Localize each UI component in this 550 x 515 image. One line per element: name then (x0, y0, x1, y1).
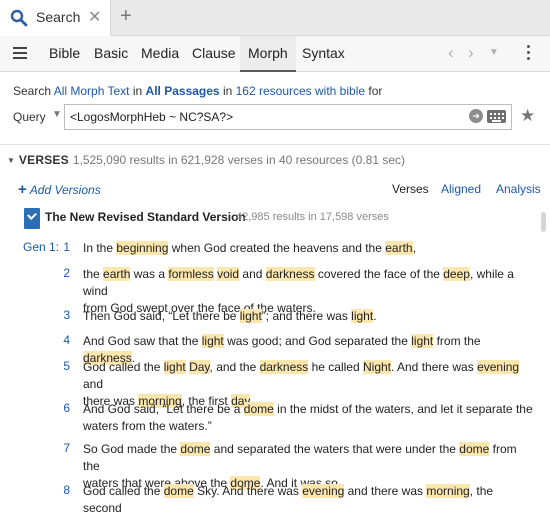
search-hit[interactable]: darkness (259, 360, 309, 374)
query-input[interactable] (65, 105, 455, 129)
resources-link[interactable]: 162 resources with bible (236, 84, 365, 98)
search-hit[interactable]: earth (103, 267, 131, 281)
search-tab-label: Search (36, 9, 81, 25)
new-tab-icon[interactable]: + (120, 5, 132, 28)
tab-morph[interactable]: Morph (240, 36, 296, 72)
verse-text: Then God said, “Let there be light”; and… (83, 309, 377, 323)
query-dropdown-icon[interactable]: ▼ (52, 109, 62, 120)
search-hit[interactable]: dome (163, 484, 194, 498)
for-text: for (368, 84, 383, 98)
view-tab-verses[interactable]: Verses (392, 182, 429, 196)
search-hit[interactable]: deep (443, 267, 470, 281)
back-arrow-icon[interactable]: ‹ (448, 43, 454, 63)
search-hit[interactable]: dome (180, 442, 211, 456)
view-tab-aligned[interactable]: Aligned (441, 182, 481, 196)
favorite-star-icon[interactable]: ★ (520, 106, 535, 126)
verse-number[interactable]: 7 (50, 441, 70, 455)
scrollbar-thumb[interactable] (541, 212, 546, 232)
verses-section-header[interactable]: ▼ VERSES 1,525,090 results in 621,928 vers… (7, 153, 405, 167)
search-hit[interactable]: void (217, 267, 240, 281)
passages-link[interactable]: All Passages (146, 84, 220, 98)
search-hit[interactable]: earth (385, 241, 413, 255)
verse-text: God called the dome Sky. And there was e… (83, 484, 494, 515)
resource-cover-icon (24, 208, 40, 229)
verse-text: In the beginning when God created the he… (83, 241, 416, 255)
verse-number[interactable]: 8 (50, 483, 70, 497)
search-hit[interactable]: morning (426, 484, 470, 498)
view-tab-analysis[interactable]: Analysis (496, 182, 541, 196)
search-hit[interactable]: beginning (116, 241, 169, 255)
search-hit[interactable]: darkness (265, 267, 315, 281)
more-options-icon[interactable] (527, 45, 531, 63)
search-hit[interactable]: Night (362, 360, 391, 374)
search-type-toolbar: Bible Basic Media Clause Morph Syntax ‹ … (0, 36, 550, 72)
tab-clause[interactable]: Clause (184, 36, 244, 72)
verse-number[interactable]: 6 (50, 401, 70, 415)
resource-results: 42,985 results in 17,598 verses (236, 211, 389, 223)
in-text: in (132, 84, 143, 98)
add-versions-label: Add Versions (29, 183, 101, 197)
search-tab[interactable]: Search ✕ (0, 0, 111, 36)
verse-number[interactable]: 3 (50, 308, 70, 322)
verse-number[interactable]: 2 (50, 266, 70, 280)
search-hit[interactable]: dome (243, 402, 274, 416)
verses-title: VERSES (18, 153, 69, 167)
search-hit[interactable]: Day (189, 360, 210, 374)
search-hit[interactable]: evening (477, 360, 520, 374)
search-hit[interactable]: light (351, 309, 374, 323)
resource-title[interactable]: The New Revised Standard Version (45, 210, 246, 224)
tab-bible[interactable]: Bible (41, 36, 88, 72)
verse-number[interactable]: 5 (50, 359, 70, 373)
tab-basic[interactable]: Basic (86, 36, 136, 72)
document-tab-bar: Search ✕ + (0, 0, 550, 36)
search-hit[interactable]: light (239, 309, 262, 323)
verse-number[interactable]: 1 (50, 240, 70, 254)
menu-icon[interactable] (13, 47, 27, 59)
collapse-triangle-icon[interactable]: ▼ (7, 156, 15, 165)
verse-number[interactable]: 4 (50, 333, 70, 347)
add-versions-link[interactable]: + Add Versions (18, 181, 101, 198)
verse-text: And God said, “Let there be a dome in th… (83, 402, 533, 433)
scope-link[interactable]: All Morph Text (54, 84, 130, 98)
search-hit[interactable]: light (411, 334, 434, 348)
tab-media[interactable]: Media (133, 36, 187, 72)
in-text-2: in (222, 84, 233, 98)
search-hit[interactable]: dome (459, 442, 490, 456)
search-hit[interactable]: formless (168, 267, 214, 281)
search-icon (10, 9, 28, 30)
history-dropdown-icon[interactable]: ▼ (489, 47, 499, 58)
query-input-box (64, 104, 512, 130)
close-tab-icon[interactable]: ✕ (88, 7, 101, 27)
search-scope-line: Search All Morph Text in All Passages in… (13, 84, 382, 98)
plus-icon: + (18, 181, 27, 198)
run-search-icon[interactable]: ➜ (469, 109, 483, 123)
forward-arrow-icon[interactable]: › (468, 43, 474, 63)
search-hit[interactable]: light (163, 360, 186, 374)
search-hit[interactable]: light (201, 334, 224, 348)
keyboard-icon[interactable] (487, 110, 506, 123)
divider (0, 144, 550, 145)
tab-syntax[interactable]: Syntax (294, 36, 353, 72)
search-hit[interactable]: evening (302, 484, 345, 498)
results-summary: 1,525,090 results in 621,928 verses in 4… (72, 153, 406, 167)
search-prefix: Search (13, 84, 52, 98)
query-label: Query (13, 110, 46, 124)
